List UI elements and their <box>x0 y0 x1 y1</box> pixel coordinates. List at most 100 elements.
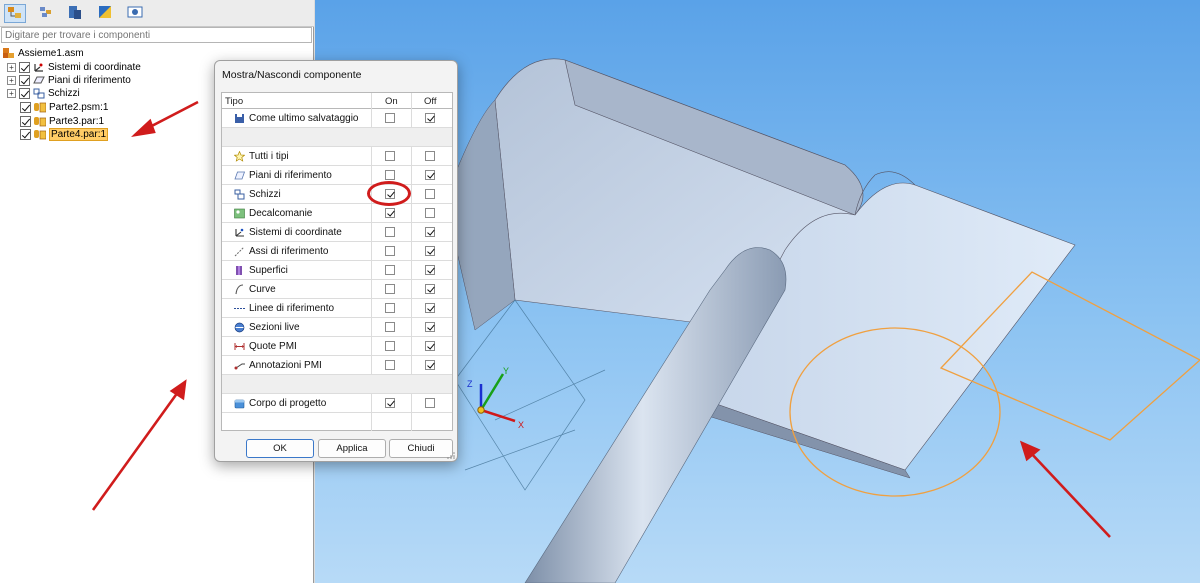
expand-icon[interactable]: + <box>7 63 16 72</box>
on-checkbox[interactable] <box>385 398 395 408</box>
on-checkbox[interactable] <box>385 284 395 294</box>
tree-item-sketches[interactable]: + Schizzi <box>7 87 80 100</box>
on-checkbox[interactable] <box>385 303 395 313</box>
on-checkbox[interactable] <box>385 227 395 237</box>
grid-row: Assi di riferimento <box>222 242 452 261</box>
on-checkbox[interactable] <box>385 341 395 351</box>
off-checkbox[interactable] <box>425 360 435 370</box>
off-checkbox[interactable] <box>425 398 435 408</box>
grid-row: Curve <box>222 280 452 299</box>
tree-item-part2[interactable]: Parte2.psm:1 <box>20 101 108 114</box>
grid-row-label: Piani di riferimento <box>249 170 332 181</box>
sketch-wireframe <box>454 299 606 491</box>
off-checkbox[interactable] <box>425 113 435 123</box>
layers-tab-icon[interactable] <box>36 4 58 23</box>
assembly-pathfinder-tab-icon[interactable] <box>4 4 26 23</box>
reference-plane-icon <box>33 75 45 86</box>
tree-item-label: Piani di riferimento <box>48 75 131 86</box>
column-header-off: Off <box>424 96 437 107</box>
grid-row-label: Schizzi <box>249 189 281 200</box>
appearance-tab-icon[interactable] <box>95 4 117 23</box>
component-search-input[interactable] <box>1 27 312 43</box>
off-checkbox[interactable] <box>425 322 435 332</box>
tree-item-label-selected: Parte4.par:1 <box>49 128 109 141</box>
off-checkbox[interactable] <box>425 227 435 237</box>
grid-row: Piani di riferimento <box>222 166 452 185</box>
grid-row-label: Decalcomanie <box>249 208 313 219</box>
grid-row-label: Sistemi di coordinate <box>249 227 342 238</box>
off-checkbox[interactable] <box>425 284 435 294</box>
off-checkbox[interactable] <box>425 189 435 199</box>
pmi-dimension-icon <box>234 343 245 350</box>
grid-row-label: Assi di riferimento <box>249 246 329 257</box>
tree-item-label: Assieme1.asm <box>18 48 84 59</box>
tree-item-label: Schizzi <box>48 88 80 99</box>
coordinate-system-icon <box>33 62 45 73</box>
reference-line-icon <box>234 307 245 310</box>
grid-row-label: Superfici <box>249 265 288 276</box>
visibility-checkbox[interactable] <box>20 129 31 140</box>
tree-item-part4[interactable]: Parte4.par:1 <box>20 128 109 141</box>
decal-icon <box>234 208 245 219</box>
on-checkbox[interactable] <box>385 246 395 256</box>
expand-icon[interactable]: + <box>7 89 16 98</box>
surface-icon <box>236 266 242 275</box>
apply-button[interactable]: Applica <box>318 439 386 458</box>
reference-axis-icon <box>234 246 245 257</box>
tree-item-reference-planes[interactable]: + Piani di riferimento <box>7 74 131 87</box>
off-checkbox[interactable] <box>425 303 435 313</box>
dialog-title: Mostra/Nascondi componente <box>222 69 362 81</box>
on-checkbox[interactable] <box>385 151 395 161</box>
resize-grip-icon[interactable] <box>447 451 455 459</box>
tree-item-assembly[interactable]: Assieme1.asm <box>3 47 84 60</box>
grid-row: Schizzi <box>222 185 452 204</box>
part-icon <box>34 129 47 140</box>
coordinate-system-icon <box>235 228 244 237</box>
grid-row: Quote PMI <box>222 337 452 356</box>
on-checkbox[interactable] <box>385 208 395 218</box>
show-hide-component-dialog: Mostra/Nascondi componente Tipo On Off C… <box>214 60 458 462</box>
visibility-checkbox[interactable] <box>19 88 30 99</box>
on-checkbox[interactable] <box>385 360 395 370</box>
assembly-icon <box>3 48 15 59</box>
column-header-type: Tipo <box>225 96 244 107</box>
off-checkbox[interactable] <box>425 151 435 161</box>
triad-x-label: X <box>518 420 524 430</box>
on-checkbox[interactable] <box>385 170 395 180</box>
off-checkbox[interactable] <box>425 246 435 256</box>
expand-icon[interactable]: + <box>7 76 16 85</box>
grid-row-label: Annotazioni PMI <box>249 360 322 371</box>
grid-body: Come ultimo salvataggio Tutti i tipi Piani… <box>221 109 453 431</box>
off-checkbox[interactable] <box>425 170 435 180</box>
design-body-icon <box>234 399 245 409</box>
visibility-checkbox[interactable] <box>19 62 30 73</box>
visibility-checkbox[interactable] <box>19 75 30 86</box>
coordinate-triad: Z Y X <box>467 366 524 430</box>
on-checkbox[interactable] <box>385 322 395 332</box>
library-tab-icon[interactable] <box>65 4 87 23</box>
on-checkbox[interactable] <box>385 113 395 123</box>
off-checkbox[interactable] <box>425 265 435 275</box>
curve-icon <box>235 284 244 295</box>
grid-row: Come ultimo salvataggio <box>222 109 452 128</box>
display-config-tab-icon[interactable] <box>125 4 147 23</box>
grid-row: Corpo di progetto <box>222 394 452 413</box>
close-button[interactable]: Chiudi <box>389 439 453 458</box>
sketch-icon <box>33 88 45 99</box>
off-checkbox[interactable] <box>425 208 435 218</box>
pane-toolbar <box>0 0 314 27</box>
tree-item-label: Sistemi di coordinate <box>48 62 141 73</box>
highlight-circle-annotation <box>367 181 411 206</box>
grid-header: Tipo On Off <box>221 92 453 109</box>
visibility-checkbox[interactable] <box>20 116 31 127</box>
grid-row: Linee di riferimento <box>222 299 452 318</box>
tree-item-coordinate-systems[interactable]: + Sistemi di coordinate <box>7 61 141 74</box>
part-icon <box>34 116 47 127</box>
grid-spacer-row <box>222 128 452 147</box>
ok-button[interactable]: OK <box>246 439 314 458</box>
visibility-checkbox[interactable] <box>20 102 31 113</box>
star-icon <box>234 151 245 162</box>
on-checkbox[interactable] <box>385 265 395 275</box>
tree-item-part3[interactable]: Parte3.par:1 <box>20 115 104 128</box>
off-checkbox[interactable] <box>425 341 435 351</box>
